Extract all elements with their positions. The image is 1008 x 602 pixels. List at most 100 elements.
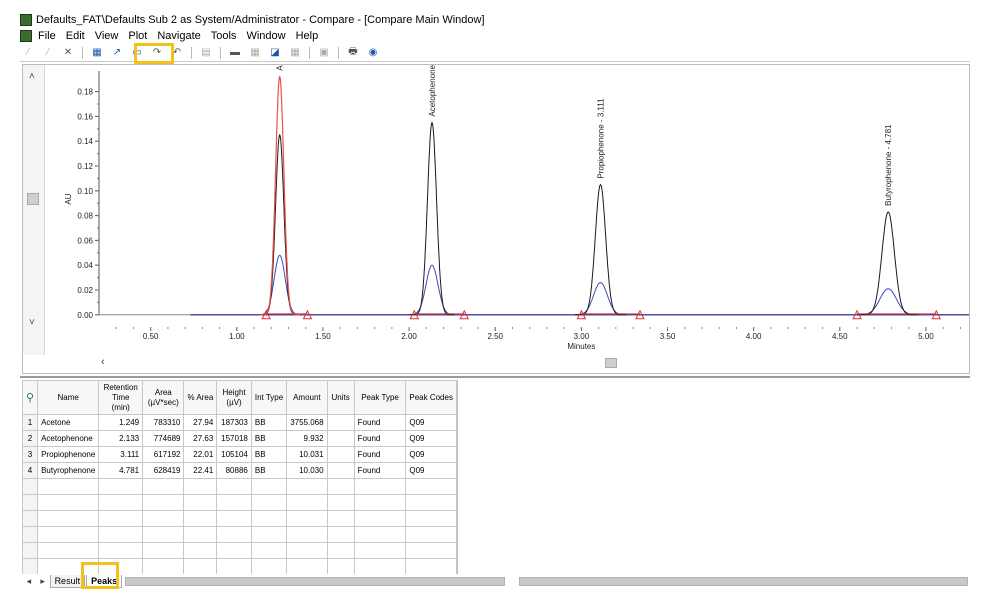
cell-units[interactable] [326,462,355,479]
row-number[interactable]: 4 [22,462,39,479]
empty-row [22,478,457,495]
cell-peak-codes[interactable]: Q09 [405,446,457,463]
cell-pct-area[interactable]: 22.01 [183,446,218,463]
pane-hscroll[interactable] [519,576,968,586]
col-header-int-type[interactable]: Int Type [250,380,288,415]
cell-area[interactable]: 783310 [142,414,185,431]
x-tick-label: 0.50 [143,332,159,341]
row-number[interactable]: 3 [22,446,39,463]
cursor-icon[interactable]: ⁄ [20,46,36,60]
cell-pct-area[interactable]: 27.94 [183,414,218,431]
row-number[interactable]: 2 [22,430,39,447]
scroll-thumb[interactable] [605,358,617,368]
table-row[interactable]: 3 Propiophenone 3.111 617192 22.01 10510… [22,446,457,463]
table-row[interactable]: 1 Acetone 1.249 783310 27.94 187303 BB 3… [22,414,457,431]
chromatogram-chart[interactable]: 0.00 0.02 0.04 0.06 0.08 0.10 0.12 0.14 0.16 0.18… [45,65,969,355]
cell-peak-codes[interactable]: Q09 [405,462,457,479]
cell-pct-area[interactable]: 27.63 [183,430,218,447]
pane-splitter[interactable] [20,376,970,378]
menu-help[interactable]: Help [296,30,319,42]
cell-units[interactable] [326,414,355,431]
cell-peak-type[interactable]: Found [353,446,407,463]
cell-int-type[interactable]: BB [250,430,288,447]
scroll-down-icon[interactable]: ˅ [29,317,35,328]
tab-result[interactable]: Result [49,574,86,588]
col-header-height[interactable]: Height (µV) [216,380,252,415]
cell-amount[interactable]: 10.031 [286,446,328,463]
cell-peak-codes[interactable]: Q09 [405,414,457,431]
menu-navigate[interactable]: Navigate [157,30,200,42]
overlay-icon[interactable]: ▦ [89,46,105,60]
grid-corner-icon[interactable]: ⚲ [22,380,39,415]
globe-icon[interactable]: ◉ [365,46,381,60]
col-header-rt[interactable]: Retention Time (min) [98,380,144,415]
cell-int-type[interactable]: BB [250,462,288,479]
cell-area[interactable]: 617192 [142,446,185,463]
col-header-amount[interactable]: Amount [286,380,328,415]
cell-height[interactable]: 157018 [216,430,252,447]
cell-name[interactable]: Acetone [37,414,100,431]
cell-name[interactable]: Acetophenone [37,430,100,447]
cell-units[interactable] [326,430,355,447]
col-header-pct-area[interactable]: % Area [183,380,218,415]
scroll-up-icon[interactable]: ˄ [29,71,35,82]
cell-amount[interactable]: 3755.068 [286,414,328,431]
col-header-peak-codes[interactable]: Peak Codes [405,380,457,415]
vertical-scrollbar[interactable]: ˄ ˅ [23,65,45,355]
horizontal-scrollbar[interactable]: ‹ [45,356,969,370]
menu-view[interactable]: View [95,30,119,42]
col-header-peak-type[interactable]: Peak Type [353,380,407,415]
cell-rt[interactable]: 1.249 [98,414,144,431]
menu-edit[interactable]: Edit [66,30,85,42]
toolbar-separator [309,46,310,59]
cell-peak-type[interactable]: Found [353,430,407,447]
col-header-area[interactable]: Area (µV*sec) [142,380,185,415]
tab-prev-icon[interactable]: ◂ [22,576,36,587]
x-tick-label: 2.00 [401,332,417,341]
tab-next-icon[interactable]: ▸ [36,576,50,587]
cell-area[interactable]: 774689 [142,430,185,447]
cell-peak-codes[interactable]: Q09 [405,430,457,447]
row-number[interactable]: 1 [22,414,39,431]
cell-peak-type[interactable]: Found [353,414,407,431]
grid-icon[interactable]: ▦ [247,46,263,60]
grid2-icon[interactable]: ▦ [287,46,303,60]
table-icon[interactable]: ▤ [198,46,214,60]
cell-units[interactable] [326,446,355,463]
close-icon[interactable]: ✕ [60,46,76,60]
cell-amount[interactable]: 10.030 [286,462,328,479]
chart-icon[interactable]: ◪ [267,46,283,60]
cell-int-type[interactable]: BB [250,446,288,463]
cell-pct-area[interactable]: 22.41 [183,462,218,479]
page-icon[interactable]: ▣ [316,46,332,60]
cell-rt[interactable]: 3.111 [98,446,144,463]
menu-window[interactable]: Window [246,30,285,42]
table-row[interactable]: 2 Acetophenone 2.133 774689 27.63 157018… [22,430,457,447]
scroll-thumb[interactable] [27,193,39,205]
col-header-name[interactable]: Name [37,380,100,415]
toolbar-separator [220,46,221,59]
zoom-cursor-icon[interactable]: ⁄ [40,46,56,60]
cell-amount[interactable]: 9.932 [286,430,328,447]
doc-icon[interactable] [20,30,32,42]
cell-name[interactable]: Butyrophenone [37,462,100,479]
cell-peak-type[interactable]: Found [353,462,407,479]
col-header-units[interactable]: Units [326,380,355,415]
stack-icon[interactable]: ↗ [109,46,125,60]
cell-rt[interactable]: 4.781 [98,462,144,479]
menu-file[interactable]: File [38,30,56,42]
cell-area[interactable]: 628419 [142,462,185,479]
scroll-left-icon[interactable]: ‹ [101,356,105,368]
grid-hscroll[interactable] [125,576,506,586]
keyboard-icon[interactable]: ▬ [227,46,243,60]
table-row[interactable]: 4 Butyrophenone 4.781 628419 22.41 80886… [22,462,457,479]
menu-tools[interactable]: Tools [211,30,237,42]
cell-height[interactable]: 105104 [216,446,252,463]
cell-rt[interactable]: 2.133 [98,430,144,447]
cell-int-type[interactable]: BB [250,414,288,431]
print-icon[interactable]: 🖶 [345,46,361,60]
menu-plot[interactable]: Plot [128,30,147,42]
cell-height[interactable]: 187303 [216,414,252,431]
cell-name[interactable]: Propiophenone [37,446,100,463]
cell-height[interactable]: 80886 [216,462,252,479]
